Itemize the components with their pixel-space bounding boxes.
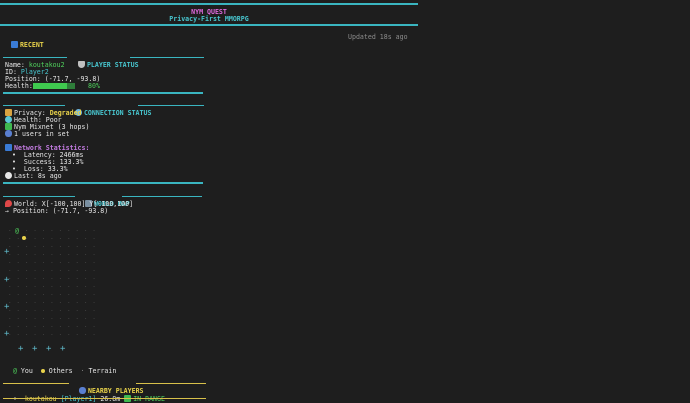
legend-others-dot: [40, 369, 45, 373]
pin-icon: [5, 200, 12, 207]
check-icon: [5, 123, 12, 130]
updated-timestamp: Updated 18s ago: [348, 33, 408, 41]
lock-icon: [5, 109, 12, 116]
connection-rule-right: [138, 105, 204, 106]
map-terrain-cross: +: [60, 344, 66, 354]
map-legend: @ You Others · Terrain: [5, 359, 116, 375]
world-map-rule-right: [122, 196, 202, 197]
health-bar: [33, 83, 75, 89]
clock-icon: [5, 172, 12, 179]
users-icon: [5, 130, 12, 137]
map-terrain-cross: +: [32, 344, 38, 354]
player-status-heading: PLAYER STATUS: [70, 53, 139, 69]
health-bar-fill: [33, 83, 67, 89]
nearby-rule-left: [3, 383, 69, 384]
status-circle-icon: [5, 116, 12, 123]
map-terrain-cross: +: [4, 275, 10, 285]
terrain-grid: . . . . . . . . . . . . . . . . . . . . …: [8, 226, 97, 337]
app-subtitle: Privacy-First MMORPG: [169, 15, 249, 23]
nearby-player-row: • koutakou [Player1] 26.8m IN RANGE: [5, 387, 165, 403]
legend-you-glyph: @: [12, 367, 17, 375]
map-position-row: → Position: (-71.7, -93.8): [5, 207, 108, 215]
shield-icon: [77, 61, 85, 68]
nearby-bottom-rule: [3, 398, 206, 399]
recent-label: RECENT: [19, 41, 44, 49]
legend-terrain-glyph: ·: [80, 367, 85, 375]
info-icon: [5, 144, 12, 151]
legend-terrain: Terrain: [88, 367, 117, 375]
player-status-rule-right: [130, 57, 204, 58]
player-status-title: PLAYER STATUS: [86, 61, 139, 69]
map-you-marker: @: [15, 227, 19, 235]
player-status-bottom-rule: [3, 92, 203, 94]
world-map-rule-left: [3, 196, 75, 197]
map-terrain-cross: +: [4, 302, 10, 312]
player-health-label: Health:: [5, 82, 33, 90]
map-terrain-cross: +: [4, 247, 10, 257]
map-position-text: Position: (-71.7, -93.8): [12, 207, 109, 215]
map-other-player-marker: [22, 236, 26, 240]
users-text: 1 users in set: [14, 130, 70, 138]
connection-rule-left: [3, 105, 65, 106]
connection-title: CONNECTION STATUS: [83, 109, 152, 117]
map-terrain-cross: +: [4, 329, 10, 339]
connection-bottom-rule: [3, 182, 203, 184]
header-top-rule: [0, 3, 418, 5]
users-row: 1 users in set: [5, 130, 70, 138]
nearby-rule-right: [136, 383, 206, 384]
last-row: Last: 8s ago: [5, 172, 62, 180]
legend-others: Others: [48, 367, 73, 375]
player-health-percent: 80%: [88, 82, 100, 90]
player-status-rule-left: [3, 57, 67, 58]
legend-you: You: [20, 367, 33, 375]
info-icon: [10, 41, 18, 48]
arrow-icon: →: [5, 207, 13, 215]
recent-row: RECENT: [3, 33, 44, 49]
map-terrain-cross: +: [46, 344, 52, 354]
header-bottom-rule: [0, 24, 418, 26]
last-text: Last: 8s ago: [14, 172, 62, 180]
map-terrain-cross: +: [18, 344, 24, 354]
